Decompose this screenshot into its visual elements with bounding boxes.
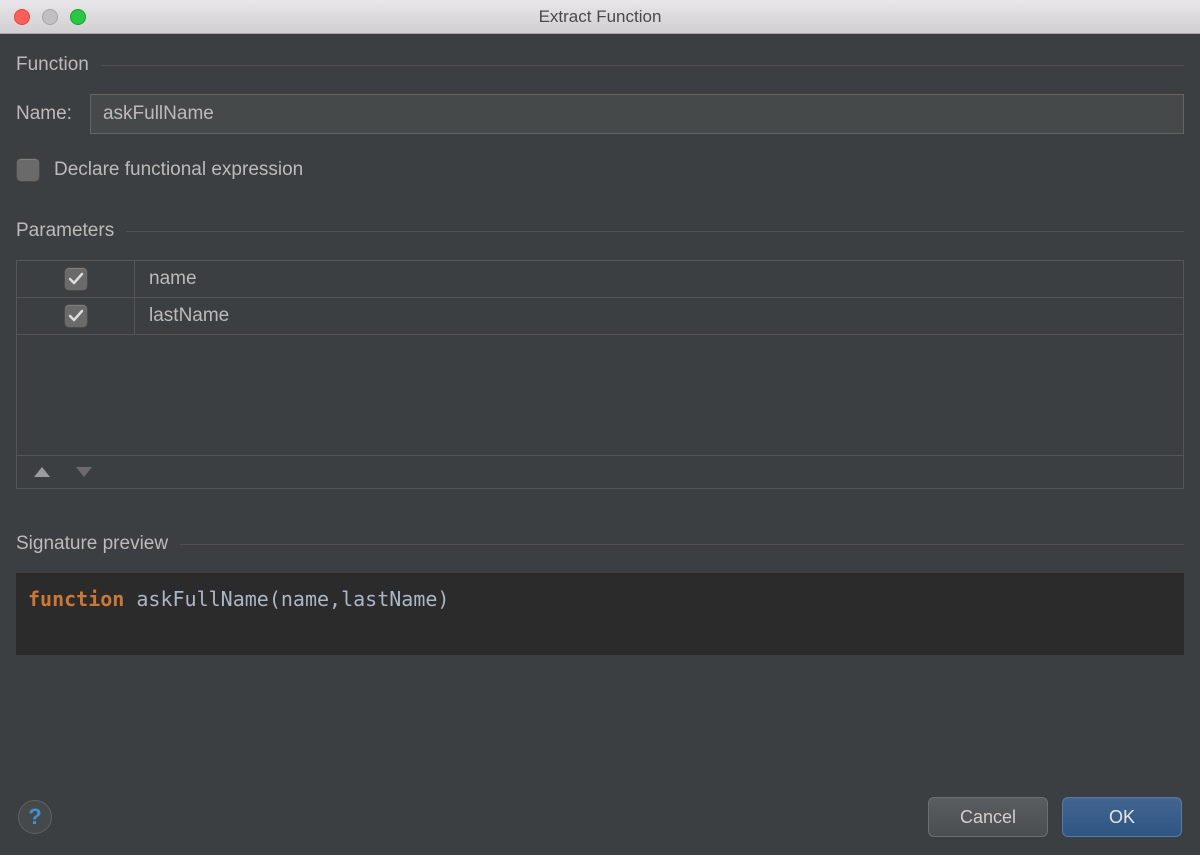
move-down-button[interactable] [75, 466, 93, 478]
parameter-name: name [135, 262, 1183, 296]
table-empty-area [17, 335, 1183, 455]
cancel-button-label: Cancel [960, 807, 1016, 828]
declare-expression-label: Declare functional expression [54, 159, 303, 181]
declare-expression-checkbox[interactable] [16, 158, 40, 182]
triangle-up-icon [33, 466, 51, 478]
check-icon [68, 271, 84, 287]
ok-button[interactable]: OK [1062, 797, 1182, 837]
cancel-button[interactable]: Cancel [928, 797, 1048, 837]
declare-expression-row: Declare functional expression [16, 158, 1184, 182]
parameter-checkbox[interactable] [64, 267, 88, 291]
help-icon: ? [28, 804, 41, 830]
triangle-down-icon [75, 466, 93, 478]
ok-button-label: OK [1109, 807, 1135, 828]
titlebar: Extract Function [0, 0, 1200, 34]
function-name-input[interactable] [90, 94, 1184, 134]
signature-preview: function askFullName(name,lastName) [16, 573, 1184, 655]
move-up-button[interactable] [33, 466, 51, 478]
divider [126, 231, 1184, 232]
function-section-header: Function [16, 54, 1184, 76]
divider [101, 65, 1184, 66]
name-label: Name: [16, 103, 72, 125]
signature-heading: Signature preview [16, 533, 168, 555]
dialog-content: Function Name: Declare functional expres… [0, 34, 1200, 741]
window-title: Extract Function [0, 7, 1200, 27]
signature-keyword: function [28, 587, 124, 611]
dialog-button-bar: ? Cancel OK [0, 781, 1200, 855]
signature-section-header: Signature preview [16, 533, 1184, 555]
function-heading: Function [16, 54, 89, 76]
table-footer [17, 455, 1183, 488]
parameters-section-header: Parameters [16, 220, 1184, 242]
parameter-checkbox[interactable] [64, 304, 88, 328]
parameter-name: lastName [135, 299, 1183, 333]
parameters-heading: Parameters [16, 220, 114, 242]
table-row[interactable]: name [17, 261, 1183, 298]
signature-text: askFullName(name,lastName) [124, 587, 449, 611]
name-row: Name: [16, 94, 1184, 134]
help-button[interactable]: ? [18, 800, 52, 834]
parameters-table: name lastName [16, 260, 1184, 489]
divider [180, 544, 1184, 545]
table-row[interactable]: lastName [17, 298, 1183, 335]
check-icon [68, 308, 84, 324]
